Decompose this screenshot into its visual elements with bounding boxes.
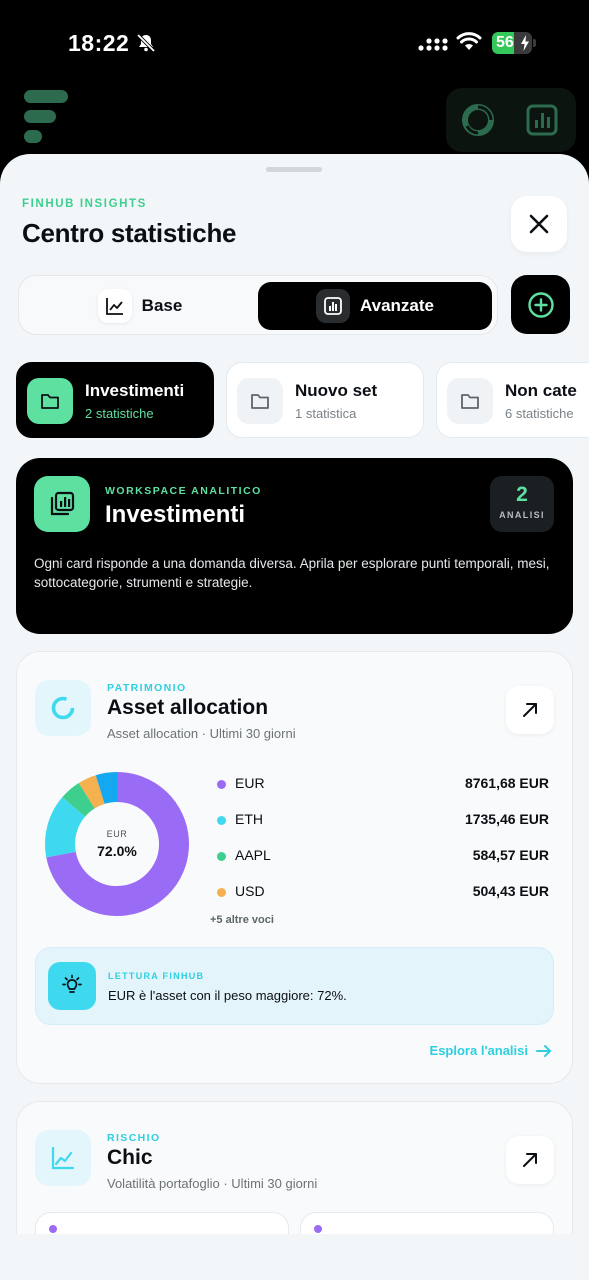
arrow-up-right-icon (523, 1153, 537, 1167)
set-name: Nuovo set (295, 381, 378, 400)
workspace-eyebrow: WORKSPACE ANALITICO (105, 485, 262, 497)
finhub-logo (24, 90, 68, 143)
legend-name: EUR (235, 775, 265, 791)
workspace-description: Ogni card risponde a una domanda diversa… (34, 556, 550, 590)
card-subtitle: Asset allocation · Ultimi 30 giorni (107, 726, 296, 741)
insight-eyebrow: LETTURA FINHUB (108, 971, 205, 981)
card-eyebrow: PATRIMONIO (107, 682, 187, 694)
legend-value: 584,57 EUR (472, 847, 549, 863)
add-button[interactable] (511, 275, 570, 334)
stats-sheet: FINHUB INSIGHTS Centro statistiche Base (0, 154, 589, 1280)
sheet-grabber[interactable] (266, 167, 322, 172)
legend-row: EUR 8761,68 EUR (215, 770, 549, 806)
close-button[interactable] (511, 196, 567, 252)
line-chart-icon (35, 1130, 91, 1186)
tab-base-label: Base (141, 296, 183, 315)
insight-box: LETTURA FINHUB EUR è l'asset con il peso… (35, 947, 554, 1025)
set-card-investimenti[interactable]: Investimenti 2 statistiche (16, 362, 214, 438)
bar-chart-icon (315, 289, 350, 323)
donut-center-value: 72.0% (97, 843, 137, 859)
open-card-button[interactable] (506, 686, 554, 734)
card-title: Chic (107, 1146, 153, 1169)
tab-avanzate-label: Avanzate (359, 296, 434, 315)
folder-icon (447, 378, 493, 424)
legend-value: 8761,68 EUR (464, 775, 549, 791)
legend-value: 504,43 EUR (472, 883, 549, 899)
workspace-title: Investimenti (105, 501, 246, 528)
donut-center: EUR 72.0% (43, 770, 191, 918)
set-card-nuovo-set[interactable]: Nuovo set 1 statistica (226, 362, 424, 438)
donut-chart-icon (35, 680, 91, 736)
legend-dot (217, 852, 226, 861)
card-title: Asset allocation (107, 696, 269, 719)
analysis-count: 2 (516, 483, 528, 506)
metric-dot (49, 1225, 57, 1233)
cellular-signal-icon (418, 38, 448, 51)
legend-value: 1735,46 EUR (464, 811, 549, 827)
line-chart-icon (97, 289, 132, 323)
tab-avanzate[interactable]: Avanzate (258, 282, 492, 330)
metric-dot (314, 1225, 322, 1233)
header-eyebrow: FINHUB INSIGHTS (22, 198, 147, 210)
mode-segmented-control: Base Avanzate (18, 275, 498, 335)
status-bar: 18:22 56 (0, 0, 589, 88)
legend-dot (217, 780, 226, 789)
analysis-count-badge: 2 ANALISI (490, 476, 554, 532)
lightbulb-icon (48, 962, 96, 1010)
legend-name: AAPL (235, 847, 271, 863)
folder-icon (27, 378, 73, 424)
legend-row: ETH 1735,46 EUR (215, 806, 549, 842)
legend-name: USD (235, 883, 265, 899)
arrow-right-icon (536, 1044, 551, 1057)
wifi-icon (456, 32, 482, 50)
plus-circle-icon (527, 291, 554, 318)
top-actions (446, 88, 576, 152)
explore-label: Esplora l'analisi (429, 1043, 528, 1058)
card-eyebrow: RISCHIO (107, 1132, 161, 1144)
battery-percent: 56 (496, 34, 514, 51)
allocation-legend: EUR 8761,68 EUR ETH 1735,46 EUR AAPL 584… (215, 770, 549, 914)
legend-more-items[interactable]: +5 altre voci (210, 914, 274, 926)
folder-icon (237, 378, 283, 424)
stats-chart-icon[interactable] (524, 102, 560, 138)
analysis-count-label: ANALISI (499, 510, 545, 520)
page-title: Centro statistiche (22, 218, 237, 248)
open-card-button[interactable] (506, 1136, 554, 1184)
sets-carousel: Investimenti 2 statistiche Nuovo set 1 s… (16, 362, 589, 438)
gallery-stack-icon (34, 476, 90, 532)
insight-text: EUR è l'asset con il peso maggiore: 72%. (108, 988, 347, 1003)
tab-base[interactable]: Base (25, 282, 255, 330)
set-count: 2 statistiche (85, 406, 154, 421)
set-name: Investimenti (85, 381, 185, 400)
explore-analysis-link[interactable]: Esplora l'analisi (430, 1043, 552, 1058)
portfolio-ring-icon[interactable] (460, 102, 496, 138)
arrow-up-right-icon (523, 703, 537, 717)
asset-allocation-card[interactable]: PATRIMONIO Asset allocation Asset alloca… (16, 651, 573, 1084)
legend-dot (217, 816, 226, 825)
set-count: 6 statistiche (505, 406, 574, 421)
bell-muted-icon (136, 33, 156, 53)
legend-name: ETH (235, 811, 263, 827)
charging-bolt-icon (521, 35, 529, 51)
bottom-safe-area (0, 1234, 589, 1280)
set-name: Non cate (505, 381, 577, 400)
legend-dot (217, 888, 226, 897)
legend-row: AAPL 584,57 EUR (215, 842, 549, 878)
workspace-card: WORKSPACE ANALITICO Investimenti 2 ANALI… (16, 458, 573, 634)
close-icon (529, 214, 549, 234)
set-count: 1 statistica (295, 406, 357, 421)
legend-row: USD 504,43 EUR (215, 878, 549, 914)
donut-center-label: EUR (106, 829, 128, 839)
set-card-non-categorizzate[interactable]: Non cate 6 statistiche (436, 362, 589, 438)
battery-indicator: 56 (492, 32, 536, 54)
status-time: 18:22 (68, 30, 130, 56)
card-subtitle: Volatilità portafoglio · Ultimi 30 giorn… (107, 1176, 318, 1191)
